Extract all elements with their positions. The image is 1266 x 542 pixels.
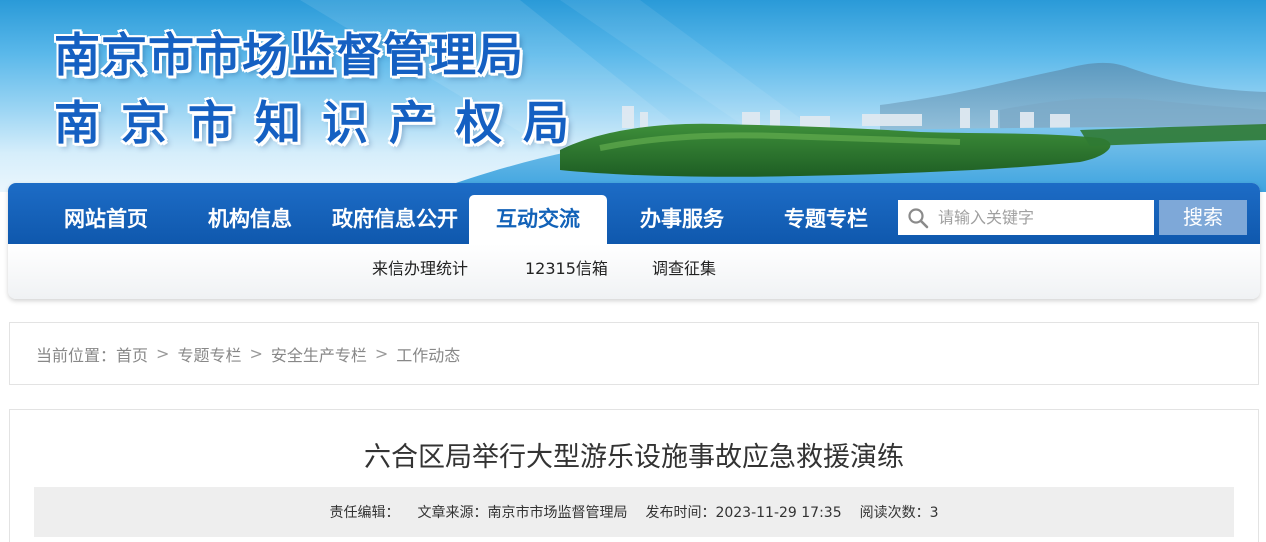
meta-publish-time: 发布时间：2023-11-29 17:35 — [645, 505, 842, 521]
article-container: 六合区局举行大型游乐设施事故应急救援演练 责任编辑： 文章来源：南京市市场监督管… — [9, 409, 1259, 542]
breadcrumb-prefix: 当前位置： — [36, 345, 117, 365]
nav-secondary-bar: 来信办理统计 12315信箱 调查征集 — [8, 244, 1260, 299]
banner-title-market-supervision: 南京市市场监督管理局 — [54, 28, 524, 82]
main-navigation: 网站首页 机构信息 政府信息公开 互动交流 办事服务 专题专栏 搜索 来信办理统… — [8, 183, 1260, 299]
meta-view-count: 阅读次数：3 — [859, 505, 939, 521]
nav-item-gov-info-public[interactable]: 政府信息公开 — [320, 195, 470, 244]
banner-title-intellectual-property: 南京市知识产权局 — [54, 96, 590, 150]
breadcrumb: 当前位置： 首页 > 专题专栏 > 安全生产专栏 > 工作动态 — [9, 322, 1259, 385]
search-box — [898, 200, 1154, 235]
site-banner: 南京市市场监督管理局 南京市知识产权局 — [0, 0, 1266, 192]
nav-item-services[interactable]: 办事服务 — [616, 195, 748, 244]
nav-item-topics[interactable]: 专题专栏 — [760, 195, 892, 244]
breadcrumb-item-work-news[interactable]: 工作动态 — [396, 342, 460, 366]
breadcrumb-item-home[interactable]: 首页 — [116, 342, 148, 366]
search-button[interactable]: 搜索 — [1159, 200, 1247, 235]
breadcrumb-separator: > — [156, 344, 170, 363]
nav-item-interaction[interactable]: 互动交流 — [469, 195, 607, 244]
search-icon — [898, 200, 938, 235]
subnav-item-letter-stats[interactable]: 来信办理统计 — [372, 244, 468, 299]
nav-item-organization[interactable]: 机构信息 — [184, 195, 316, 244]
breadcrumb-item-topics[interactable]: 专题专栏 — [177, 342, 241, 366]
meta-source: 文章来源：南京市市场监督管理局 — [417, 505, 628, 521]
breadcrumb-item-safety-column[interactable]: 安全生产专栏 — [271, 342, 367, 366]
article-title: 六合区局举行大型游乐设施事故应急救援演练 — [364, 442, 904, 473]
nav-primary-bar: 网站首页 机构信息 政府信息公开 互动交流 办事服务 专题专栏 搜索 — [8, 183, 1260, 244]
meta-editor: 责任编辑： — [329, 505, 400, 521]
breadcrumb-separator: > — [249, 344, 263, 363]
search-input[interactable] — [938, 201, 1148, 234]
breadcrumb-separator: > — [374, 344, 389, 363]
subnav-item-survey[interactable]: 调查征集 — [652, 244, 716, 299]
subnav-item-12315-mailbox[interactable]: 12315信箱 — [525, 244, 608, 299]
article-meta-bar: 责任编辑： 文章来源：南京市市场监督管理局 发布时间：2023-11-29 17… — [34, 487, 1234, 537]
nav-item-home[interactable]: 网站首页 — [40, 195, 172, 244]
